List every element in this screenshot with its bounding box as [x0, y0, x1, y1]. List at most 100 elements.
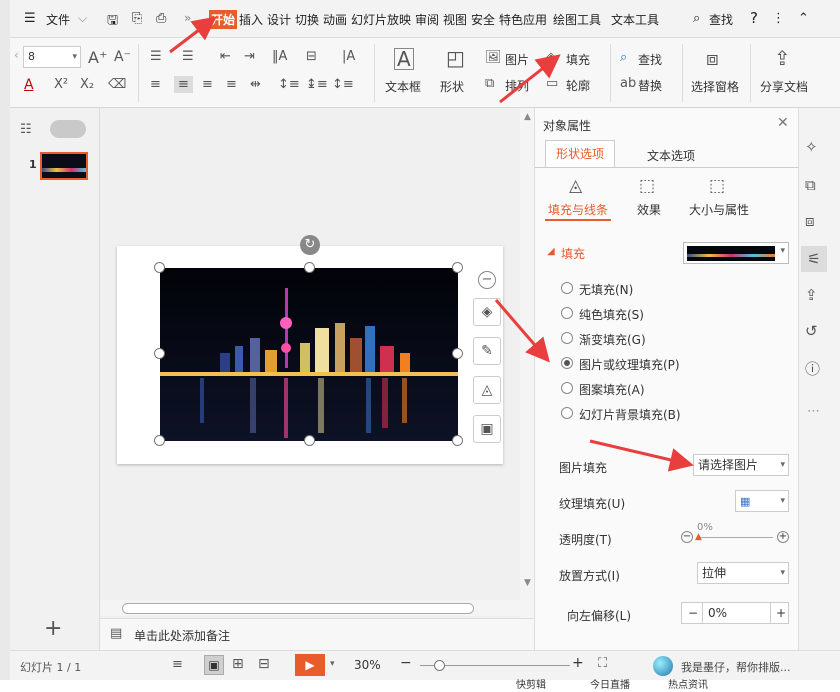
- line-spacing-icon[interactable]: ↕≡: [278, 78, 300, 91]
- save-icon[interactable]: 🖫: [107, 11, 118, 33]
- zoom-slider-thumb[interactable]: [434, 660, 445, 671]
- vertical-scrollbar[interactable]: ▲ ▼: [520, 108, 534, 618]
- shape-icon[interactable]: ◰: [446, 48, 465, 68]
- file-menu[interactable]: 文件: [46, 11, 70, 28]
- size-icon[interactable]: ⬚: [709, 176, 725, 196]
- more-icon[interactable]: ⋯: [807, 404, 820, 419]
- ribbon-scroll-left-icon[interactable]: ‹: [14, 48, 19, 62]
- bullet-style-icon[interactable]: ↕≡: [332, 78, 354, 91]
- share-out-icon[interactable]: ⇪: [805, 286, 818, 304]
- find-button[interactable]: 查找: [638, 51, 662, 68]
- outline-button[interactable]: 轮廓: [566, 77, 590, 94]
- collapse-float-toolbar-icon[interactable]: −: [478, 271, 496, 289]
- paragraph-spacing-icon[interactable]: ↨≡: [306, 78, 328, 91]
- stepper-increase-icon[interactable]: +: [776, 606, 786, 620]
- decrease-indent-icon[interactable]: ⇤: [220, 50, 231, 63]
- tab-view[interactable]: 视图: [443, 11, 467, 28]
- share-icon[interactable]: ⇪: [774, 48, 791, 68]
- resize-handle[interactable]: [304, 435, 315, 446]
- justify-icon[interactable]: ≡: [226, 78, 237, 91]
- shapes-icon[interactable]: ⧈: [805, 212, 815, 230]
- tab-animation[interactable]: 动画: [323, 11, 347, 28]
- tab-transition[interactable]: 切换: [295, 11, 319, 28]
- replace-icon[interactable]: ab: [620, 77, 636, 90]
- fill-bucket-icon[interactable]: ◬: [473, 376, 501, 404]
- fill-solid-radio[interactable]: [561, 307, 573, 319]
- selection-pane-icon[interactable]: ⧈: [706, 48, 719, 68]
- fill-pattern-label[interactable]: 图案填充(A): [579, 381, 645, 398]
- superscript-icon[interactable]: X²: [54, 78, 68, 91]
- layers-icon[interactable]: ◈: [473, 298, 501, 326]
- duplicate-icon[interactable]: ⧉: [805, 176, 816, 194]
- properties-icon[interactable]: ⚟: [801, 246, 827, 272]
- taskbar-item[interactable]: 热点资讯: [668, 680, 708, 692]
- arrange-button[interactable]: 排列: [505, 77, 529, 94]
- pen-icon[interactable]: ✎: [473, 337, 501, 365]
- tab-features[interactable]: 特色应用: [499, 11, 547, 28]
- search-icon[interactable]: ⌕: [693, 11, 700, 26]
- zoom-out-icon[interactable]: −: [400, 655, 412, 671]
- distribute-icon[interactable]: ⇹: [250, 78, 261, 91]
- picture-icon[interactable]: 🖼: [485, 51, 502, 64]
- decrease-font-icon[interactable]: A⁻: [114, 50, 131, 64]
- transparency-decrease-icon[interactable]: −: [681, 531, 693, 543]
- collapse-ribbon-icon[interactable]: ⌃: [798, 11, 809, 26]
- assistant-message[interactable]: 我是墨仔，帮你排版...: [681, 659, 791, 675]
- tab-insert[interactable]: 插入: [239, 11, 263, 28]
- zoom-level[interactable]: 30%: [354, 658, 381, 672]
- expand-icon[interactable]: ◢: [547, 246, 555, 257]
- fill-section-title[interactable]: 填充: [561, 245, 585, 262]
- fill-gradient-label[interactable]: 渐变填充(G): [579, 331, 646, 348]
- resize-handle[interactable]: [452, 348, 463, 359]
- add-slide-icon[interactable]: +: [44, 616, 62, 641]
- align-center-icon[interactable]: ≡: [174, 76, 193, 93]
- close-icon[interactable]: ✕: [777, 115, 789, 131]
- increase-font-icon[interactable]: A⁺: [88, 50, 107, 66]
- increase-indent-icon[interactable]: ⇥: [244, 50, 255, 63]
- align-text-icon[interactable]: ⊟: [306, 50, 317, 63]
- history-icon[interactable]: ↺: [805, 322, 818, 340]
- offset-left-value[interactable]: 0%: [708, 606, 727, 620]
- text-direction-icon[interactable]: ‖A: [272, 50, 287, 63]
- star-magic-icon[interactable]: ✧: [805, 138, 818, 156]
- taskbar-item[interactable]: 快剪辑: [516, 680, 546, 692]
- slide-thumbnail[interactable]: [40, 152, 88, 180]
- fill-none-radio[interactable]: [561, 282, 573, 294]
- numbered-list-icon[interactable]: ☰: [182, 50, 194, 63]
- stepper-decrease-icon[interactable]: −: [688, 606, 698, 620]
- fill-pattern-radio[interactable]: [561, 382, 573, 394]
- sorter-view-icon[interactable]: ⊞: [232, 656, 244, 672]
- tab-home[interactable]: 开始: [209, 10, 238, 29]
- city-night-picture[interactable]: [160, 268, 458, 441]
- transparency-slider-thumb[interactable]: ▲: [695, 532, 702, 542]
- normal-view-icon[interactable]: ▣: [204, 655, 224, 675]
- reading-view-icon[interactable]: ⊟: [258, 656, 270, 672]
- columns-icon[interactable]: |A: [342, 50, 355, 63]
- fill-bucket-icon[interactable]: ◈: [546, 51, 556, 64]
- effects-icon[interactable]: ⬚: [639, 176, 655, 196]
- bullet-list-icon[interactable]: ☰: [150, 50, 162, 63]
- tab-text-options[interactable]: 文本选项: [647, 147, 695, 164]
- hamburger-icon[interactable]: ☰: [24, 11, 36, 26]
- subscript-icon[interactable]: X₂: [80, 78, 94, 91]
- share-button[interactable]: 分享文档: [760, 78, 808, 95]
- more-icon[interactable]: »: [184, 11, 191, 25]
- taskbar-item[interactable]: 今日直播: [590, 680, 630, 692]
- resize-handle[interactable]: [154, 435, 165, 446]
- more-options-icon[interactable]: ⋮: [772, 11, 785, 26]
- tab-design[interactable]: 设计: [267, 11, 291, 28]
- find-icon[interactable]: ⌕: [620, 51, 627, 64]
- fill-button[interactable]: 填充: [566, 51, 590, 68]
- transparency-increase-icon[interactable]: +: [777, 531, 789, 543]
- zoom-in-icon[interactable]: +: [572, 655, 584, 671]
- tab-shape-options[interactable]: 形状选项: [545, 140, 615, 168]
- resize-handle[interactable]: [154, 348, 165, 359]
- tab-review[interactable]: 审阅: [415, 11, 439, 28]
- fill-picture-label[interactable]: 图片或纹理填充(P): [579, 356, 680, 373]
- notes-area[interactable]: ▤ 单击此处添加备注: [100, 618, 534, 650]
- align-right-icon[interactable]: ≡: [202, 78, 213, 91]
- fit-window-icon[interactable]: ⛶: [598, 656, 607, 671]
- arrange-icon[interactable]: ⧉: [485, 77, 494, 90]
- shape-button[interactable]: 形状: [440, 78, 464, 95]
- resize-handle[interactable]: [154, 262, 165, 273]
